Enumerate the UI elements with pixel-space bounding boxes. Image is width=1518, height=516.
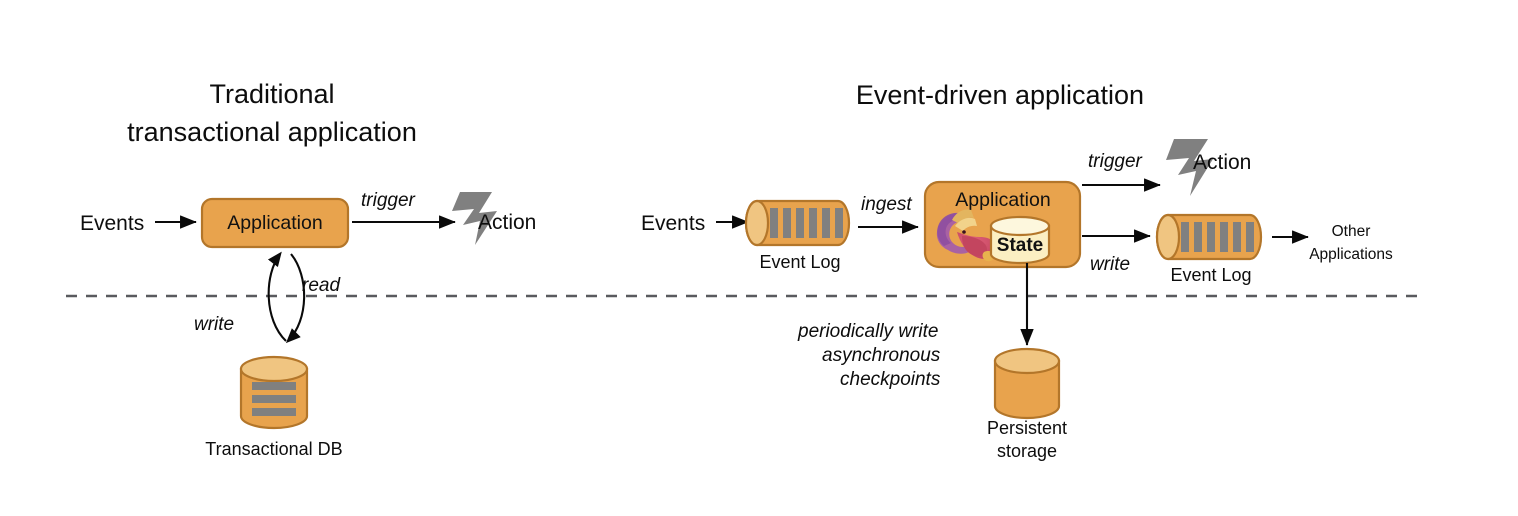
right-application-box: Application State xyxy=(923,180,1082,269)
checkpoint-line1: periodically write xyxy=(797,321,938,342)
left-application-label: Application xyxy=(227,212,322,234)
left-events-label: Events xyxy=(80,212,144,235)
left-read-arrow xyxy=(267,251,287,342)
event-log-out-label: Event Log xyxy=(1170,265,1251,285)
other-applications-line2: Applications xyxy=(1309,246,1393,263)
right-trigger-label: trigger xyxy=(1088,151,1143,172)
state-cylinder-icon: State xyxy=(989,215,1051,265)
event-log-out-cylinder-icon xyxy=(1155,213,1263,261)
persistent-storage-cylinder-icon xyxy=(993,347,1061,420)
left-application-box: Application xyxy=(200,197,350,249)
left-read-label: read xyxy=(302,275,341,296)
checkpoint-line3: checkpoints xyxy=(840,369,941,390)
left-title-line2: transactional application xyxy=(127,117,417,147)
architecture-diagram: Traditional transactional application Ev… xyxy=(66,79,1424,461)
right-write-label: write xyxy=(1090,254,1130,275)
event-log-in-cylinder-icon xyxy=(744,199,851,247)
transactional-db-cylinder-icon xyxy=(239,355,309,430)
right-action-label: Action xyxy=(1193,151,1251,174)
checkpoint-line2: asynchronous xyxy=(822,345,941,366)
left-title-line1: Traditional xyxy=(209,79,334,109)
other-applications-line1: Other xyxy=(1332,223,1371,240)
diagram-canvas: Traditional transactional application Ev… xyxy=(0,0,1518,516)
persistent-storage-line2: storage xyxy=(997,441,1057,461)
transactional-db-label: Transactional DB xyxy=(205,439,342,459)
left-write-arrow xyxy=(285,253,306,344)
state-label: State xyxy=(997,235,1043,256)
ingest-label: ingest xyxy=(861,194,912,215)
event-log-in-label: Event Log xyxy=(759,252,840,272)
left-write-label: write xyxy=(194,314,234,335)
persistent-storage-line1: Persistent xyxy=(987,418,1067,438)
left-trigger-label: trigger xyxy=(361,190,416,211)
left-action-label: Action xyxy=(478,211,536,234)
right-application-label: Application xyxy=(955,189,1050,211)
right-events-label: Events xyxy=(641,212,705,235)
right-title: Event-driven application xyxy=(856,80,1144,110)
